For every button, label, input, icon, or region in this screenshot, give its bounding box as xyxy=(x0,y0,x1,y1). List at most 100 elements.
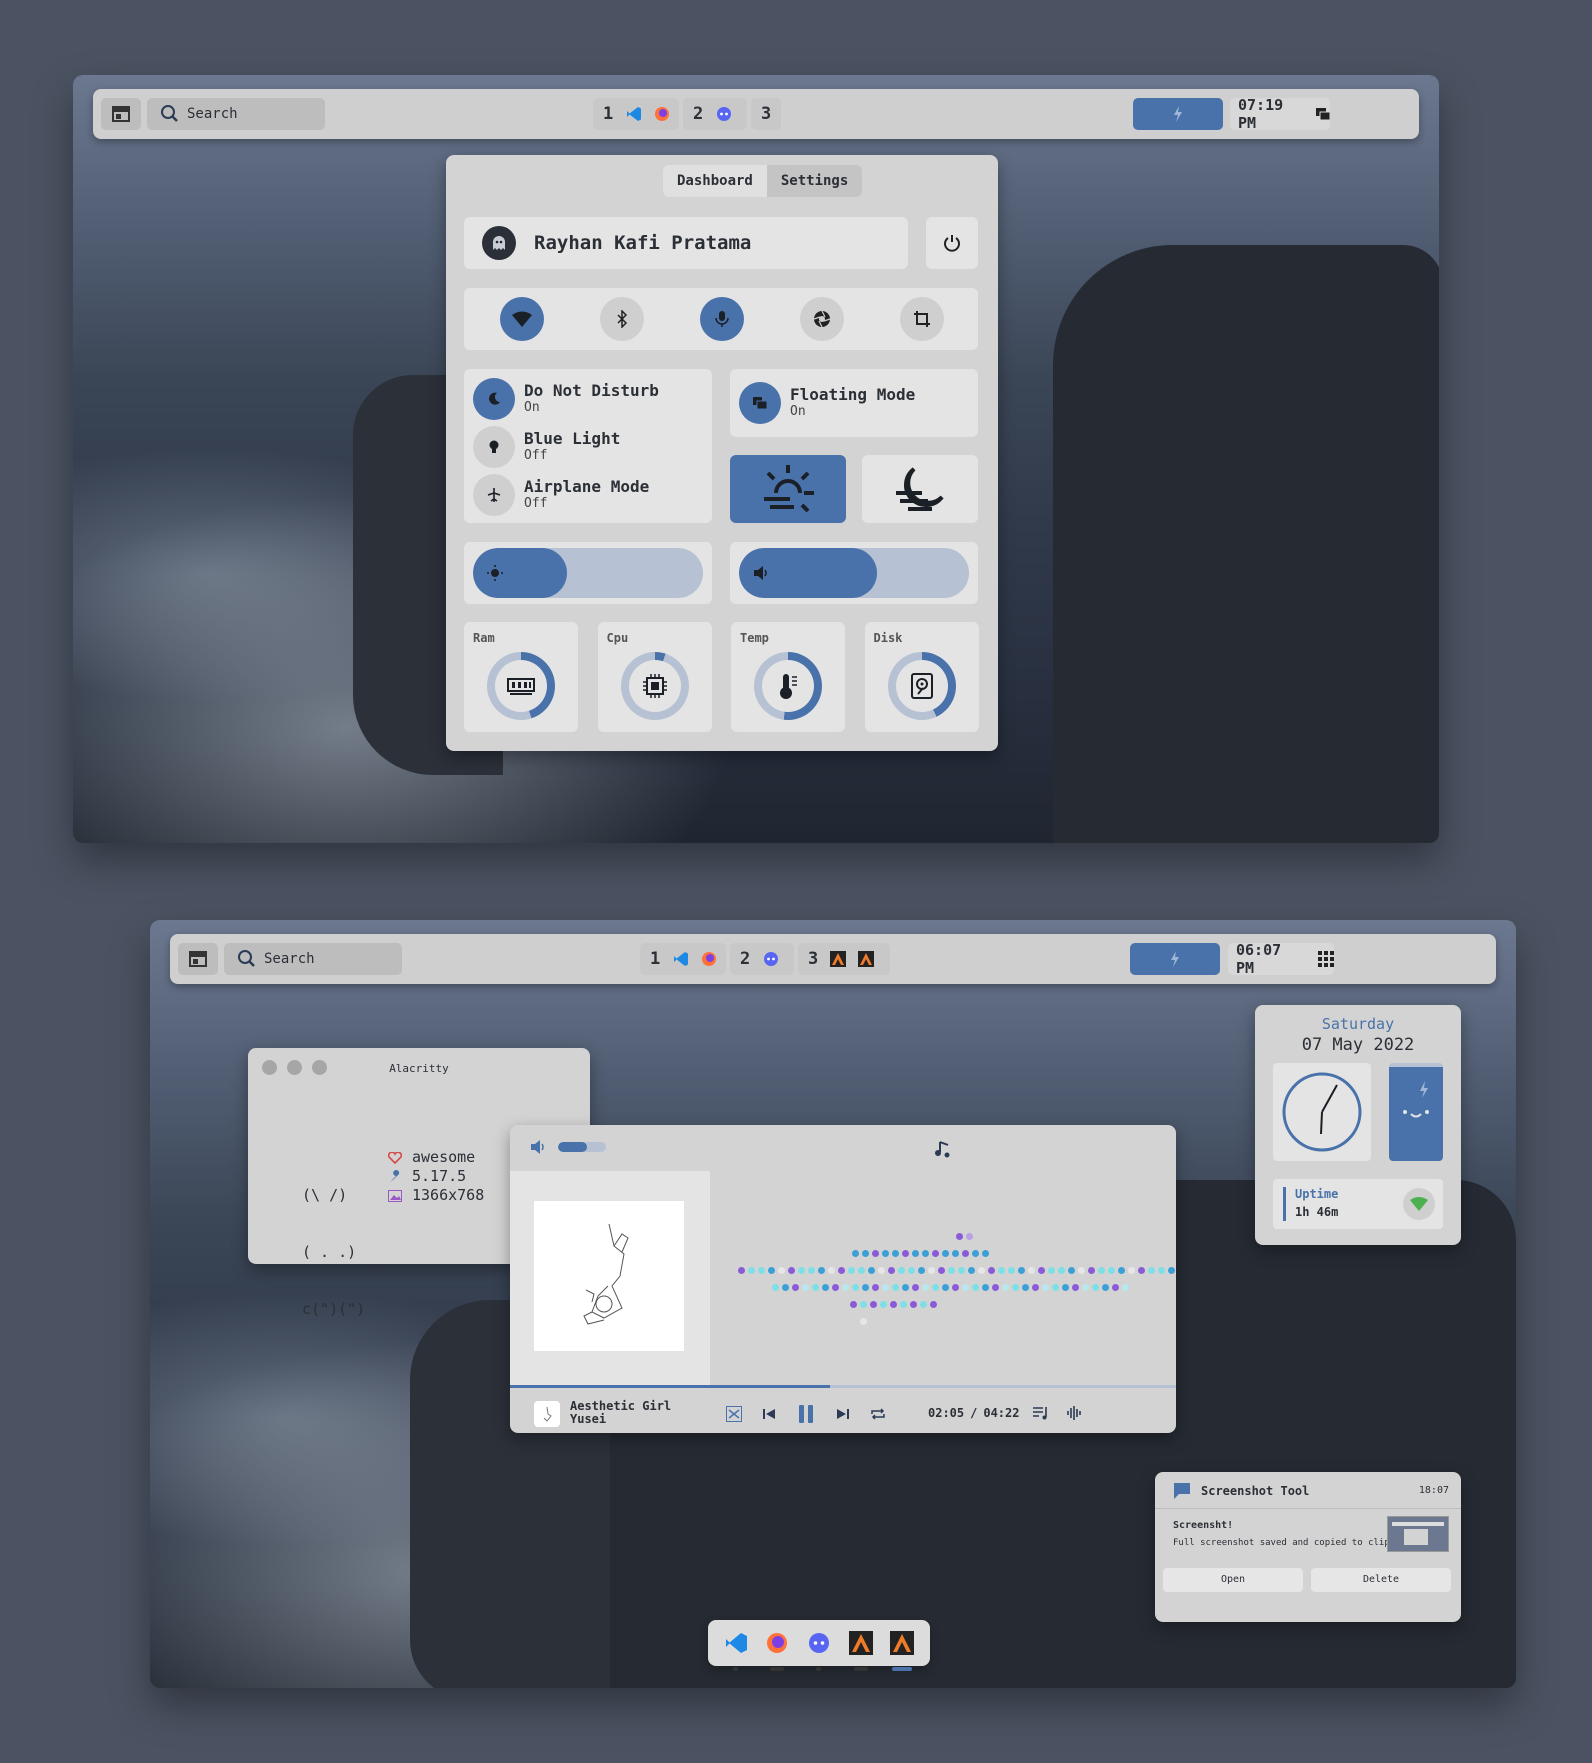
dock-item-discord[interactable] xyxy=(805,1625,833,1671)
firefox-icon xyxy=(767,1633,788,1653)
firefox-icon xyxy=(702,952,716,966)
visualizer-dot xyxy=(1118,1267,1125,1274)
workspace-1[interactable]: 1 xyxy=(593,98,679,130)
next-icon[interactable] xyxy=(836,1407,850,1421)
visualizer-dot xyxy=(818,1267,825,1274)
top-screenshot: Search 1 2 3 07:19 PM Dashboard Settings xyxy=(73,75,1439,843)
shuffle-icon[interactable] xyxy=(726,1406,742,1422)
clock-box[interactable]: 07:19 PM xyxy=(1230,96,1330,132)
dock xyxy=(708,1620,930,1671)
visualizer-dot xyxy=(1158,1267,1165,1274)
modes-card: Do Not Disturb On Blue Light Off Airplan… xyxy=(464,369,712,523)
monitor-ram: Ram xyxy=(464,622,578,732)
brightness-slider[interactable] xyxy=(473,548,703,598)
playlist-icon[interactable] xyxy=(1032,1405,1050,1421)
album-pane xyxy=(510,1171,710,1385)
delete-button[interactable]: Delete xyxy=(1311,1568,1451,1592)
dock-item-vscode[interactable] xyxy=(722,1625,750,1671)
equalizer-icon[interactable] xyxy=(1066,1405,1084,1421)
screenshot-toggle[interactable] xyxy=(900,297,944,341)
mode-title: Floating Mode xyxy=(790,385,916,404)
dark-theme-button[interactable] xyxy=(862,455,978,523)
floating-mode-card: Floating Mode On xyxy=(730,369,978,437)
camera-toggle[interactable] xyxy=(800,297,844,341)
visualizer-dot xyxy=(862,1284,869,1291)
album-sketch-icon xyxy=(583,1223,629,1325)
user-name: Rayhan Kafi Pratama xyxy=(534,232,752,254)
workspace-3[interactable]: 3 xyxy=(798,943,890,975)
visualizer-dot xyxy=(918,1267,925,1274)
airplane-toggle[interactable] xyxy=(473,474,515,516)
wifi-toggle[interactable] xyxy=(500,297,544,341)
previous-icon[interactable] xyxy=(762,1407,776,1421)
visualizer-row xyxy=(860,1318,867,1325)
visualizer-dot xyxy=(798,1267,805,1274)
visualizer-dot xyxy=(1042,1284,1049,1291)
dock-item-alacritty-active[interactable] xyxy=(888,1625,916,1671)
search-box[interactable]: Search xyxy=(224,943,402,975)
ghost-avatar-icon xyxy=(493,236,505,250)
visualizer-dot xyxy=(922,1250,929,1257)
dock-item-alacritty[interactable] xyxy=(847,1625,875,1671)
image-icon xyxy=(388,1189,402,1202)
monitor-disk: Disk xyxy=(864,622,979,732)
visualizer-dot xyxy=(1058,1267,1065,1274)
clock-box[interactable]: 06:07 PM xyxy=(1228,941,1334,977)
lightning-icon xyxy=(1171,951,1179,967)
wifi-status[interactable] xyxy=(1403,1188,1435,1220)
visualizer-dot xyxy=(1122,1284,1129,1291)
bluetooth-toggle[interactable] xyxy=(600,297,644,341)
visualizer-dot xyxy=(792,1284,799,1291)
repeat-icon[interactable] xyxy=(870,1407,886,1421)
speaker-icon xyxy=(531,1140,544,1154)
dnd-toggle[interactable] xyxy=(473,378,515,420)
floating-mode-toggle[interactable] xyxy=(739,382,781,424)
running-indicator xyxy=(853,1667,868,1671)
visualizer-dot xyxy=(910,1301,917,1308)
blue-light-toggle[interactable] xyxy=(473,426,515,468)
visualizer-dot xyxy=(892,1250,899,1257)
visualizer-dot xyxy=(860,1318,867,1325)
visualizer-dot xyxy=(952,1250,959,1257)
tab-dashboard[interactable]: Dashboard xyxy=(663,165,767,197)
launcher-button[interactable] xyxy=(178,943,218,975)
ascii-art: (\ /) ( . .) c(")(") xyxy=(302,1148,365,1357)
visualizer-dot xyxy=(808,1267,815,1274)
battery-indicator[interactable] xyxy=(1130,943,1220,975)
workspace-1[interactable]: 1 xyxy=(640,943,726,975)
workspace-2[interactable]: 2 xyxy=(730,943,794,975)
visualizer-dot xyxy=(998,1267,1005,1274)
speaker-icon xyxy=(754,566,767,580)
volume-slider[interactable] xyxy=(739,548,969,598)
pause-icon[interactable] xyxy=(796,1403,816,1425)
date: 07 May 2022 xyxy=(1301,1035,1415,1055)
visualizer-dot xyxy=(868,1267,875,1274)
progress-track[interactable] xyxy=(510,1385,1176,1388)
battery-indicator[interactable] xyxy=(1133,98,1223,130)
search-box[interactable]: Search xyxy=(147,98,325,130)
visualizer-dot xyxy=(956,1233,963,1240)
usage-ring xyxy=(620,652,689,720)
track-info: Aesthetic Girl Yusei xyxy=(570,1400,671,1426)
visualizer-dot xyxy=(772,1284,779,1291)
monitor-label: Disk xyxy=(873,631,903,645)
search-icon xyxy=(238,950,255,967)
bulb-icon xyxy=(489,440,499,453)
power-button[interactable] xyxy=(926,217,978,269)
open-button[interactable]: Open xyxy=(1163,1568,1303,1592)
ram-icon xyxy=(495,660,547,712)
visualizer-dot xyxy=(1048,1267,1055,1274)
dock-item-firefox[interactable] xyxy=(764,1625,792,1671)
power-icon xyxy=(944,235,960,252)
workspace-2[interactable]: 2 xyxy=(683,98,747,130)
light-theme-button[interactable] xyxy=(730,455,846,523)
launcher-button[interactable] xyxy=(101,98,141,130)
active-indicator xyxy=(892,1667,913,1671)
tab-settings[interactable]: Settings xyxy=(767,165,862,197)
volume-slider[interactable] xyxy=(558,1142,606,1152)
visualizer-dot xyxy=(942,1284,949,1291)
workspace-3[interactable]: 3 xyxy=(751,98,781,130)
app-menu-icon xyxy=(189,951,207,967)
microphone-toggle[interactable] xyxy=(700,297,744,341)
blue-light-label: Blue Light Off xyxy=(524,429,620,463)
